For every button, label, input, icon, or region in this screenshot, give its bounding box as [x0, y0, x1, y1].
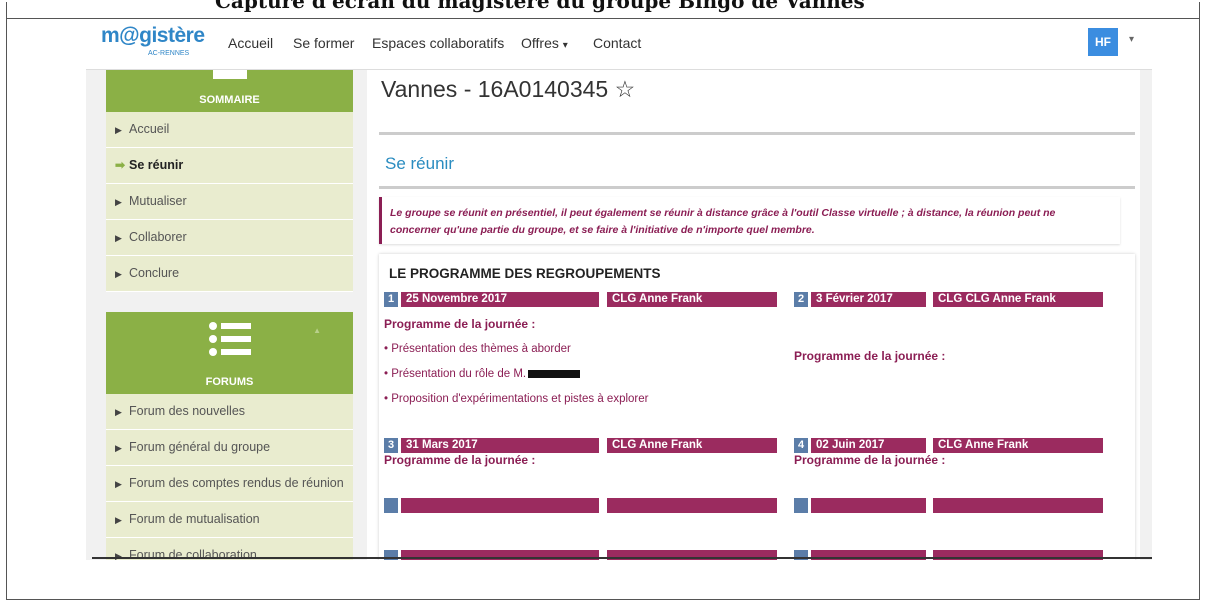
top-navbar: m@gistère AC-RENNES Accueil Se former Es… [86, 19, 1152, 70]
sidebar-item-label: Forum des comptes rendus de réunion [129, 476, 344, 490]
sommaire-title: SOMMAIRE [199, 94, 260, 106]
screenshot-bottom-edge [92, 557, 1152, 559]
screenshot: m@gistère AC-RENNES Accueil Se former Es… [86, 19, 1152, 560]
sidebar-item-label: Accueil [129, 122, 170, 136]
sidebar-item-se-reunir[interactable]: ➡ Se réunir [106, 148, 353, 184]
sidebar-item-forum-nouvelles[interactable]: ▶ Forum des nouvelles [106, 394, 353, 430]
sidebar-item-mutualiser[interactable]: ▶ Mutualiser [106, 184, 353, 220]
sidebar-item-label: Conclure [129, 266, 180, 280]
chevron-down-icon: ▾ [562, 40, 568, 51]
session-place: CLG Anne Frank [933, 438, 1103, 453]
arrow-right-icon: ➡ [115, 158, 126, 172]
session-date-placeholder [401, 498, 599, 513]
caret-right-icon: ▶ [115, 479, 122, 489]
program-item: • Présentation du rôle de M. [384, 368, 581, 380]
program-item-text: • Présentation du rôle de M. [384, 368, 527, 380]
site-logo[interactable]: m@gistère AC-RENNES [101, 24, 205, 57]
page-title-text: Vannes - 16A0140345 [381, 76, 609, 102]
session-number: 4 [794, 438, 808, 453]
nav-offres-label: Offres [521, 35, 559, 51]
divider [379, 186, 1135, 189]
session-place: CLG Anne Frank [607, 438, 777, 453]
program-label: Programme de la journée : [794, 453, 946, 467]
session-place-placeholder [607, 498, 777, 513]
session-number-placeholder [794, 498, 808, 513]
caret-right-icon: ▶ [115, 515, 122, 525]
sidebar: SOMMAIRE ▶ Accueil ➡ Se réunir ▶ Mutualiser… [106, 70, 353, 560]
session-place-placeholder [933, 498, 1103, 513]
sidebar-item-label: Se réunir [129, 158, 184, 172]
program-item: • Proposition d'expérimentations et pist… [384, 393, 649, 405]
user-avatar[interactable]: HF [1088, 28, 1118, 56]
forums-header: ▲ FORUMS [106, 312, 353, 394]
program-title: LE PROGRAMME DES REGROUPEMENTS [389, 266, 661, 281]
session-date: 31 Mars 2017 [401, 438, 599, 453]
program-panel: LE PROGRAMME DES REGROUPEMENTS 1 25 Nove… [379, 254, 1135, 560]
session-date: 25 Novembre 2017 [401, 292, 599, 307]
sidebar-item-forum-comptes-rendus[interactable]: ▶ Forum des comptes rendus de réunion [106, 466, 353, 502]
program-label: Programme de la journée : [384, 453, 536, 467]
session-number: 2 [794, 292, 808, 307]
nav-offres[interactable]: Offres ▾ [521, 35, 568, 51]
program-item: • Présentation des thèmes à aborder [384, 343, 571, 355]
caret-right-icon: ▶ [115, 233, 122, 243]
sidebar-item-label: Forum général du groupe [129, 440, 271, 454]
sidebar-item-label: Mutualiser [129, 194, 187, 208]
sidebar-item-label: Forum de mutualisation [129, 512, 260, 526]
program-label: Programme de la journée : [794, 349, 946, 363]
collapse-icon[interactable]: ▲ [313, 326, 321, 335]
list-icon [213, 70, 247, 79]
intro-line: Le groupe se réunit en présentiel, il pe… [390, 207, 1056, 219]
caret-right-icon: ▶ [115, 125, 122, 135]
sidebar-item-label: Forum des nouvelles [129, 404, 246, 418]
sidebar-item-accueil[interactable]: ▶ Accueil [106, 112, 353, 148]
session-number-placeholder [384, 498, 398, 513]
intro-callout: Le groupe se réunit en présentiel, il pe… [379, 197, 1120, 244]
caret-right-icon: ▶ [115, 407, 122, 417]
star-icon[interactable]: ☆ [615, 76, 636, 102]
intro-line: concerner qu'une partie du groupe, et se… [390, 224, 815, 236]
divider [379, 132, 1135, 135]
sidebar-gap [106, 292, 353, 312]
session-number: 3 [384, 438, 398, 453]
sidebar-item-collaborer[interactable]: ▶ Collaborer [106, 220, 353, 256]
forums-title: FORUMS [205, 376, 254, 388]
nav-accueil[interactable]: Accueil [228, 35, 273, 51]
program-label: Programme de la journée : [384, 317, 536, 331]
session-date: 02 Juin 2017 [811, 438, 926, 453]
logo-subtitle: AC-RENNES [148, 50, 190, 57]
logo-text: m@gistère [101, 24, 205, 47]
caret-right-icon: ▶ [115, 269, 122, 279]
nav-espaces-collaboratifs[interactable]: Espaces collaboratifs [372, 35, 504, 51]
session-place: CLG Anne Frank [607, 292, 777, 307]
sommaire-header: SOMMAIRE [106, 70, 353, 112]
sidebar-item-conclure[interactable]: ▶ Conclure [106, 256, 353, 292]
nav-se-former[interactable]: Se former [293, 35, 354, 51]
main-content: Vannes - 16A0140345 ☆ Se réunir Le group… [367, 70, 1140, 560]
session-place: CLG CLG Anne Frank [933, 292, 1103, 307]
sidebar-item-forum-general[interactable]: ▶ Forum général du groupe [106, 430, 353, 466]
caret-right-icon: ▶ [115, 197, 122, 207]
nav-contact[interactable]: Contact [593, 35, 641, 51]
sidebar-item-label: Collaborer [129, 230, 187, 244]
list-icon [209, 322, 251, 356]
sidebar-item-forum-mutualisation[interactable]: ▶ Forum de mutualisation [106, 502, 353, 538]
caret-right-icon: ▶ [115, 443, 122, 453]
page-title: Vannes - 16A0140345 ☆ [381, 76, 635, 103]
session-date-placeholder [811, 498, 926, 513]
session-number: 1 [384, 292, 398, 307]
chevron-down-icon[interactable]: ▾ [1129, 34, 1134, 45]
section-title: Se réunir [385, 154, 454, 173]
redacted-block [528, 369, 581, 378]
session-date: 3 Février 2017 [811, 292, 926, 307]
